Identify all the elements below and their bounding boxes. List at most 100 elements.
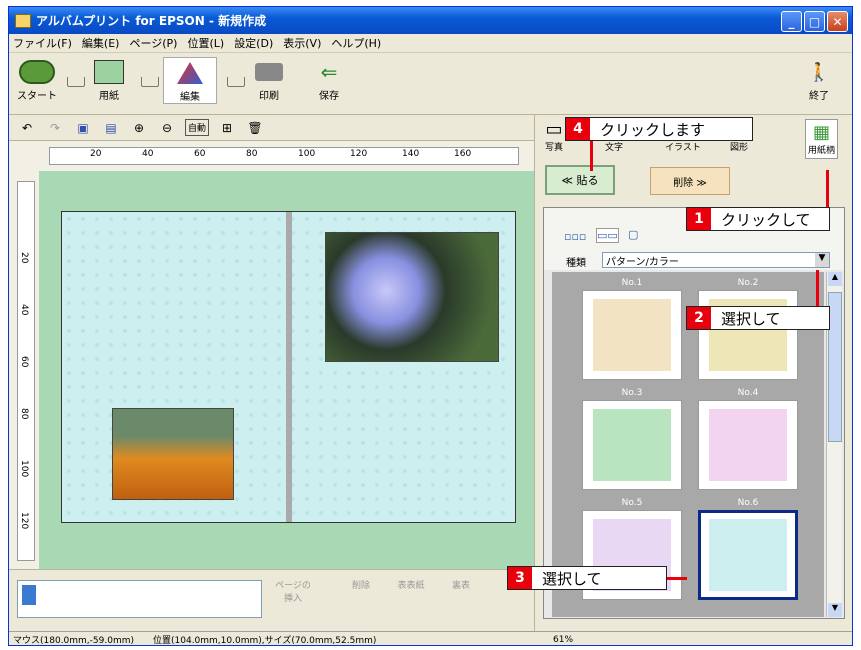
album-spread[interactable] bbox=[61, 211, 516, 523]
page-thumbnail-strip[interactable] bbox=[17, 580, 262, 618]
callout-3: 3 選択して bbox=[507, 566, 667, 590]
trash-icon[interactable]: 🗑 bbox=[245, 118, 265, 138]
menu-help[interactable]: ヘルプ(H) bbox=[331, 35, 381, 51]
tab-text-label: 文字 bbox=[605, 143, 624, 153]
flower-bed-photo[interactable] bbox=[112, 408, 234, 500]
menu-page[interactable]: ページ(P) bbox=[129, 35, 177, 51]
redo-icon[interactable]: ↷ bbox=[45, 118, 65, 138]
window-title: アルバムプリント for EPSON - 新規作成 bbox=[36, 14, 267, 28]
ruler-tick: 40 bbox=[19, 304, 29, 316]
minimize-button[interactable]: _ bbox=[781, 11, 802, 32]
paper-tool[interactable]: 用紙 bbox=[89, 57, 129, 102]
paste-button[interactable]: ≪ 貼る bbox=[545, 165, 615, 195]
zoom-out-icon[interactable]: ⊖ bbox=[157, 118, 177, 138]
pattern-swatch bbox=[593, 299, 671, 371]
medium-view-icon[interactable]: ▭▭ bbox=[596, 228, 619, 243]
callout-text: クリックします bbox=[600, 120, 706, 139]
callout-number: 3 bbox=[508, 567, 532, 589]
ruler-tick: 60 bbox=[19, 356, 29, 368]
print-tool[interactable]: 印刷 bbox=[249, 57, 289, 102]
large-view-icon[interactable]: ▢ bbox=[628, 228, 638, 241]
pattern-label: No.5 bbox=[621, 498, 643, 508]
scroll-thumb[interactable] bbox=[828, 292, 842, 442]
menu-file[interactable]: ファイル(F) bbox=[13, 35, 72, 51]
delete-page-button[interactable]: 削除 bbox=[339, 578, 383, 622]
material-pane: ▭写真 A文字 ✎イラスト ▲図形 ▦用紙柄 ≪ 貼る 削除 ≫ ▫▫▫ ▭▭ … bbox=[534, 115, 852, 631]
start-icon bbox=[17, 57, 57, 87]
menu-bar: ファイル(F) 編集(E) ページ(P) 位置(L) 設定(D) 表示(V) ヘ… bbox=[9, 34, 852, 53]
undo-icon[interactable]: ↶ bbox=[17, 118, 37, 138]
flow-arrow-icon bbox=[227, 77, 245, 87]
pattern-label: No.4 bbox=[737, 388, 759, 398]
edit-icon bbox=[170, 58, 210, 88]
kind-label: 種類 bbox=[566, 258, 586, 269]
send-back-icon[interactable]: ▤ bbox=[101, 118, 121, 138]
kind-select[interactable]: パターン/カラー ▼ bbox=[602, 252, 830, 268]
print-label: 印刷 bbox=[259, 91, 279, 102]
kind-value: パターン/カラー bbox=[606, 257, 679, 268]
bring-front-icon[interactable]: ▣ bbox=[73, 118, 93, 138]
back-cover-label: 裏表 bbox=[451, 581, 470, 591]
maximize-button[interactable]: □ bbox=[804, 11, 825, 32]
pattern-item[interactable]: No.3 bbox=[582, 388, 682, 490]
scroll-up-icon[interactable]: ▲ bbox=[828, 272, 842, 286]
callout-3-arrow bbox=[667, 577, 687, 580]
right-page[interactable] bbox=[292, 212, 516, 522]
pattern-swatch bbox=[709, 519, 787, 591]
pattern-item[interactable]: No.4 bbox=[698, 388, 798, 490]
selection-info: 位置(104.0mm,10.0mm),サイズ(70.0mm,52.5mm) bbox=[153, 636, 377, 646]
ruler-tick: 80 bbox=[19, 408, 29, 420]
pattern-label: No.2 bbox=[737, 278, 759, 288]
top-ruler: 20 40 60 80 100 120 140 160 bbox=[49, 147, 519, 165]
morning-glory-photo[interactable] bbox=[324, 232, 499, 362]
save-label: 保存 bbox=[319, 91, 339, 102]
small-view-icon[interactable]: ▫▫▫ bbox=[564, 230, 586, 243]
paper-label: 用紙 bbox=[99, 91, 119, 102]
title-bar: アルバムプリント for EPSON - 新規作成 _ □ ✕ bbox=[9, 7, 852, 34]
pattern-swatch bbox=[709, 409, 787, 481]
tab-paper-pattern-label: 用紙柄 bbox=[808, 146, 836, 156]
grid-icon[interactable]: ⊞ bbox=[217, 118, 237, 138]
zoom-auto-button[interactable]: 自動 bbox=[185, 119, 210, 136]
canvas bbox=[39, 171, 534, 569]
ruler-tick: 20 bbox=[19, 252, 29, 264]
status-bar: マウス(180.0mm,-59.0mm) 位置(104.0mm,10.0mm),… bbox=[9, 631, 852, 646]
front-cover-button[interactable]: 表表紙 bbox=[389, 578, 433, 622]
menu-view[interactable]: 表示(V) bbox=[283, 35, 321, 51]
insert-page-button[interactable]: ページの挿入 bbox=[271, 578, 315, 622]
callout-number: 1 bbox=[687, 208, 711, 230]
edit-tool[interactable]: 編集 bbox=[163, 57, 217, 104]
printer-icon bbox=[249, 57, 289, 87]
flow-arrow-icon bbox=[141, 77, 159, 87]
editor-area: 20 40 60 80 100 120 140 160 20 40 60 80 … bbox=[9, 141, 534, 569]
callout-4: 4 クリックします bbox=[565, 117, 753, 141]
save-tool[interactable]: ⇐ 保存 bbox=[309, 57, 349, 102]
start-tool[interactable]: スタート bbox=[17, 57, 57, 102]
remove-button[interactable]: 削除 ≫ bbox=[650, 167, 730, 195]
menu-settings[interactable]: 設定(D) bbox=[234, 35, 273, 51]
pattern-item[interactable]: No.1 bbox=[582, 278, 682, 380]
zoom-in-icon[interactable]: ⊕ bbox=[129, 118, 149, 138]
pattern-item-selected[interactable]: No.6 bbox=[698, 498, 798, 600]
exit-icon: 🚶 bbox=[807, 61, 831, 83]
scroll-down-icon[interactable]: ▼ bbox=[828, 603, 842, 617]
callout-text: 選択して bbox=[721, 309, 781, 328]
mouse-position: マウス(180.0mm,-59.0mm) bbox=[13, 636, 135, 646]
tab-photo[interactable]: ▭ 写真 bbox=[545, 119, 563, 153]
ruler-tick: 100 bbox=[298, 149, 316, 159]
menu-position[interactable]: 位置(L) bbox=[187, 35, 224, 51]
ruler-tick: 120 bbox=[19, 512, 29, 530]
callout-text: クリックして bbox=[721, 210, 811, 229]
tab-illust-label: イラスト bbox=[665, 143, 701, 153]
edit-label: 編集 bbox=[180, 92, 200, 103]
chevron-down-icon[interactable]: ▼ bbox=[815, 253, 829, 267]
exit-tool[interactable]: 🚶 終了 bbox=[799, 57, 839, 103]
left-page[interactable] bbox=[62, 212, 286, 522]
tab-paper-pattern[interactable]: ▦ 用紙柄 bbox=[805, 119, 839, 159]
ruler-tick: 100 bbox=[19, 460, 29, 478]
menu-edit[interactable]: 編集(E) bbox=[82, 35, 120, 51]
close-button[interactable]: ✕ bbox=[827, 11, 848, 32]
callout-text: 選択して bbox=[542, 569, 602, 588]
paper-pattern-tab-icon: ▦ bbox=[813, 122, 831, 143]
back-cover-button[interactable]: 裏表 bbox=[439, 578, 483, 622]
